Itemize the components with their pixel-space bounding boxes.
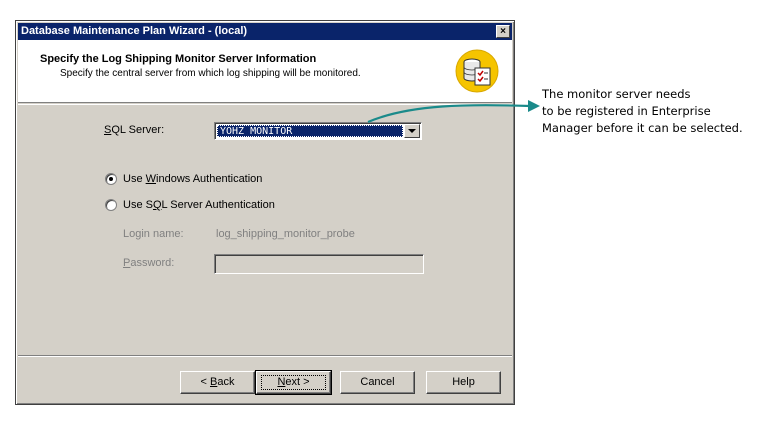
callout-line: The monitor server needs <box>542 87 691 101</box>
callout-line: to be registered in Enterprise <box>542 104 711 118</box>
callout-line: Manager before it can be selected. <box>542 121 743 135</box>
callout-note: The monitor server needs to be registere… <box>542 86 776 137</box>
callout-arrow-icon <box>367 100 540 124</box>
